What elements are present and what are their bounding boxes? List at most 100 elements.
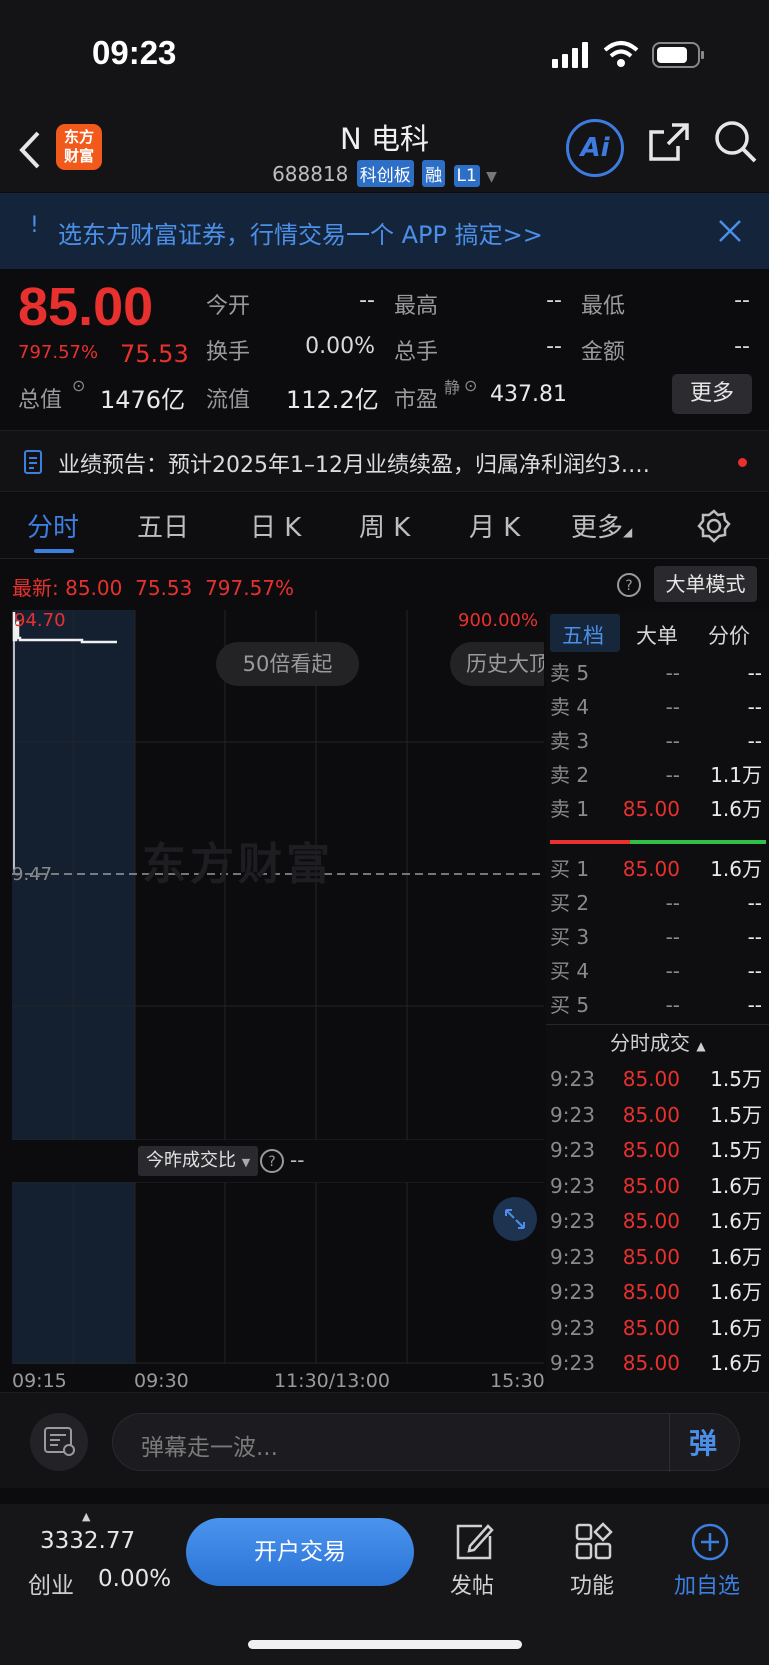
expand-icon[interactable] [492, 1196, 538, 1242]
pe-info-icon[interactable]: ⊙ [464, 376, 477, 395]
float-mv-label: 流值 [206, 388, 251, 413]
tick-row: 9:23 85.00 1.6万 [550, 1173, 762, 1198]
latest-prefix: 最新: [12, 576, 59, 600]
tab-intraday[interactable]: 分时 [27, 507, 79, 544]
buy-row-3: 买 3 -- -- [550, 925, 762, 949]
stock-code-line: 688818 科创板 融 L1 ▼ [0, 160, 769, 187]
status-time: 09:23 [92, 34, 177, 71]
functions-label: 功能 [570, 1574, 615, 1599]
danmu-input[interactable]: 弹幕走一波... 弹 [112, 1413, 740, 1472]
buy-row-2: 买 2 -- -- [550, 891, 762, 915]
tag-level: L1 [453, 165, 480, 187]
latest-quote-line: 最新: 85.00 75.53 797.57% [12, 572, 294, 601]
tick-row: 9:23 85.00 1.6万 [550, 1209, 762, 1233]
tab-weekly-k[interactable]: 周 K [359, 507, 410, 544]
index-percent[interactable]: 0.00% [98, 1566, 171, 1592]
pe-static-sup: 静 [444, 378, 461, 397]
help-icon[interactable]: ? [616, 572, 642, 598]
info-dots-icon[interactable]: ⊙ [72, 376, 85, 395]
danmu-list-icon [44, 1427, 75, 1456]
volume-label: 总手 [394, 340, 439, 365]
sell-row-2: 卖 2 -- 1.1万 [550, 763, 762, 787]
more-button[interactable]: 更多 [672, 374, 752, 414]
turnover-label: 换手 [206, 340, 251, 365]
tab-big-orders[interactable]: 大单 [636, 620, 678, 650]
home-indicator [248, 1640, 522, 1649]
gear-icon[interactable] [697, 509, 731, 543]
tab-monthly-k[interactable]: 月 K [469, 507, 520, 544]
high-label: 最高 [394, 294, 439, 319]
tick-row: 9:23 85.00 1.6万 [550, 1351, 762, 1375]
tab-price-dist[interactable]: 分价 [708, 620, 750, 650]
post-label: 发帖 [450, 1574, 495, 1599]
buy-sell-ratio-red [550, 840, 630, 844]
sell-row-3: 卖 3 -- -- [550, 729, 762, 753]
functions-button[interactable]: 功能 [560, 1518, 630, 1608]
tab-daily-k[interactable]: 日 K [250, 507, 301, 544]
volume-chart[interactable] [12, 1181, 544, 1364]
add-watchlist-button[interactable]: 加自选 [666, 1518, 756, 1608]
share-icon[interactable] [648, 122, 690, 162]
low-label: 最低 [581, 294, 626, 319]
unread-dot [738, 458, 747, 467]
ticks-title[interactable]: 分时成交 ▲ [610, 1027, 706, 1056]
turnover-value: 0.00% [305, 334, 375, 359]
tab-five-levels[interactable]: 五档 [562, 620, 604, 650]
buy-levels: 买 1 85.00 1.6万 买 2 -- -- 买 3 -- -- 买 4 -… [550, 852, 766, 1022]
order-book-panel: 五档 大单 分价 卖 5 -- -- 卖 4 -- -- 卖 3 -- -- 卖… [546, 612, 769, 1392]
volume-help-icon[interactable]: ? [259, 1148, 285, 1174]
battery-icon [652, 42, 704, 68]
post-button[interactable]: 发帖 [440, 1518, 510, 1608]
tick-row: 9:23 85.00 1.6万 [550, 1315, 762, 1340]
buy-row-5: 买 5 -- -- [550, 993, 762, 1017]
ticks-list[interactable]: 9:23 85.00 1.5万 9:23 85.00 1.5万 9:23 85.… [550, 1062, 766, 1382]
intraday-chart[interactable]: 94.70 9.47 900.00% 东方财富 50倍看起 历史大顶 [12, 610, 544, 1141]
plus-circle-icon [691, 1523, 729, 1561]
danmu-settings-button[interactable] [30, 1413, 88, 1471]
add-watchlist-label: 加自选 [674, 1574, 741, 1599]
tick-row: 9:23 85.00 1.5万 [550, 1102, 762, 1127]
volume-ratio-selector[interactable]: 今昨成交比 ▼ [138, 1146, 259, 1176]
close-icon[interactable] [718, 219, 742, 243]
input-divider [669, 1414, 670, 1472]
low-value: -- [734, 288, 750, 313]
badge-50x[interactable]: 50倍看起 [216, 642, 359, 686]
sell-row-5: 卖 5 -- -- [550, 661, 762, 685]
change-amount: 75.53 [120, 340, 189, 368]
open-label: 今开 [206, 294, 251, 319]
badge-history-top[interactable]: 历史大顶 [450, 642, 544, 686]
promo-text[interactable]: 选东方财富证券，行情交易一个 APP 搞定>> [58, 215, 543, 250]
search-icon[interactable] [714, 120, 758, 164]
quote-panel: 85.00 797.57% 75.53 今开 -- 最高 -- 最低 -- 换手… [0, 270, 769, 430]
pe-label: 市盈 [394, 388, 439, 413]
buy-sell-ratio-green [630, 840, 766, 844]
ai-button[interactable]: Ai [566, 119, 624, 177]
total-mv-label: 总值 [18, 388, 63, 413]
danmu-send-button[interactable]: 弹 [689, 1422, 717, 1462]
sell-levels: 卖 5 -- -- 卖 4 -- -- 卖 3 -- -- 卖 2 -- 1.1… [550, 656, 766, 826]
float-mv-value: 112.2亿 [286, 386, 379, 414]
open-account-trade-button[interactable]: 开户交易 [186, 1518, 414, 1586]
tab-more[interactable]: 更多◢ [571, 507, 632, 544]
dropdown-icon[interactable]: ▼ [486, 169, 497, 185]
y-mid-label: 9.47 [12, 864, 53, 885]
watermark: 东方财富 [142, 839, 334, 890]
tab-five-day[interactable]: 五日 [137, 507, 189, 544]
big-order-mode-button[interactable]: 大单模式 [654, 566, 757, 602]
high-value: -- [546, 288, 562, 313]
danmu-placeholder: 弹幕走一波... [141, 1435, 278, 1461]
index-name[interactable]: 创业 [28, 1566, 74, 1600]
buy-row-1: 买 1 85.00 1.6万 [550, 857, 762, 881]
latest-price: 85.00 [65, 576, 123, 600]
wifi-icon [603, 41, 639, 67]
chart-tabs: 分时 五日 日 K 周 K 月 K 更多◢ [0, 493, 769, 559]
index-value[interactable]: 3332.77 [40, 1528, 135, 1554]
change-percent: 797.57% [18, 342, 99, 363]
sell-row-1: 卖 1 85.00 1.6万 [550, 797, 762, 821]
tag-margin: 融 [422, 160, 446, 187]
volume-value: -- [546, 334, 562, 359]
notice-text[interactable]: 业绩预告：预计2025年1–12月业绩续盈，归属净利润约3.… [58, 447, 728, 479]
earnings-notice[interactable]: 业绩预告：预计2025年1–12月业绩续盈，归属净利润约3.… [0, 430, 769, 492]
x-label-0930: 09:30 [134, 1370, 189, 1392]
promo-banner[interactable]: ! 选东方财富证券，行情交易一个 APP 搞定>> [0, 193, 769, 269]
